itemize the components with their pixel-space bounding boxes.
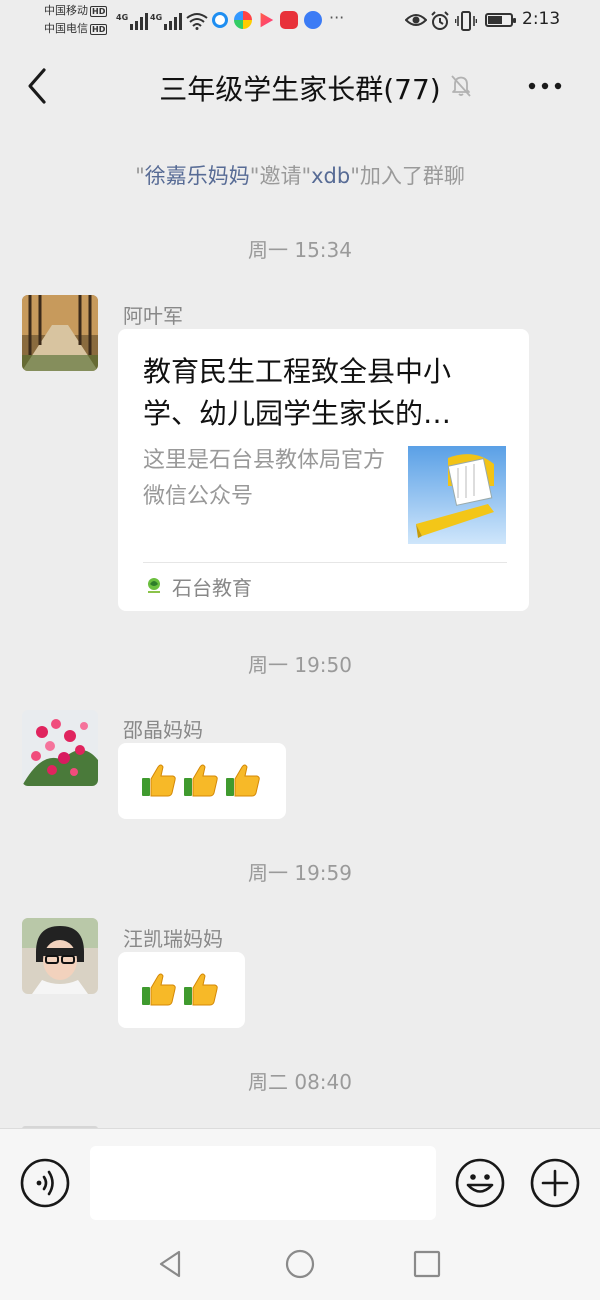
timestamp: 周一 19:59 [248, 861, 352, 885]
avatar[interactable] [22, 295, 98, 371]
bell-off-icon [451, 75, 471, 97]
thumbs-up-icon [184, 973, 218, 1006]
timestamp: 周一 19:50 [248, 653, 352, 677]
alarm-icon [431, 11, 449, 30]
join-suffix: 加入了群聊 [359, 164, 465, 188]
inviter-name[interactable]: 徐嘉乐妈妈 [145, 164, 250, 188]
avatar[interactable] [22, 710, 98, 786]
signal-2-net: 4G [150, 13, 162, 22]
wechat-group-chat-screen: 中国移动 HD 中国电信 HD 4G 4G ··· 2:13 三年级学生家长群(… [0, 0, 600, 1300]
status-time: 2:13 [522, 9, 561, 29]
emoji-row [140, 761, 262, 799]
mailbox-image [408, 446, 506, 544]
avatar-image [22, 295, 98, 371]
quote-open-2: " [301, 164, 312, 188]
eye-comfort-icon [405, 14, 427, 26]
plus-circle-icon [530, 1158, 580, 1208]
nav-back-button[interactable] [155, 1248, 187, 1280]
avatar-image [22, 918, 98, 994]
voice-icon [20, 1158, 70, 1208]
emoji-message[interactable] [118, 952, 245, 1028]
card-title: 教育民生工程致全县中小学、幼儿园学生家长的… [143, 355, 452, 430]
status-bar: 中国移动 HD 中国电信 HD 4G 4G ··· 2:13 [0, 0, 600, 42]
sender-name: 邵晶妈妈 [123, 718, 203, 742]
signal-1-icon: 4G [116, 13, 148, 30]
quote-open-1: " [135, 164, 145, 188]
chat-header: 三年级学生家长群(77) [0, 42, 600, 130]
page-title: 三年级学生家长群(77) [159, 73, 441, 106]
voice-input-button[interactable] [20, 1158, 70, 1208]
avatar[interactable] [22, 918, 98, 994]
more-notifications-indicator: ··· [329, 8, 345, 27]
signal-2-icon: 4G [150, 13, 182, 30]
sender-name: 汪凯瑞妈妈 [123, 927, 223, 951]
nav-home-button[interactable] [284, 1248, 316, 1280]
more-dots-icon [528, 82, 562, 90]
hd-badge-2: HD [90, 23, 108, 35]
quote-close-1: " [249, 164, 260, 188]
thumbs-up-icon [226, 764, 260, 797]
card-divider [143, 562, 507, 563]
title-container: 三年级学生家长群(77) [120, 68, 480, 108]
carrier-1: 中国移动 HD [44, 4, 108, 18]
thumbs-up-icon [142, 764, 176, 797]
nav-recents-button[interactable] [411, 1248, 443, 1280]
more-options-button[interactable] [520, 66, 570, 106]
system-navigation-bar [0, 1234, 600, 1300]
hd-badge-1: HD [90, 5, 108, 17]
square-recents-icon [413, 1250, 441, 1278]
emoji-message[interactable] [118, 743, 286, 819]
carrier-2-label: 中国电信 [44, 22, 88, 35]
signal-1-net: 4G [116, 13, 128, 22]
invite-verb: 邀请 [259, 164, 302, 188]
thumbs-up-icon [184, 764, 218, 797]
card-thumbnail [408, 446, 506, 544]
input-bar [0, 1128, 600, 1234]
system-notice: "徐嘉乐妈妈"邀请"xdb"加入了群聊 [0, 160, 600, 190]
emoji-row [140, 970, 220, 1008]
carrier-1-label: 中国移动 [44, 4, 88, 17]
app-notification-icon-4 [280, 11, 298, 29]
link-card-message[interactable]: 教育民生工程致全县中小学、幼儿园学生家长的… 这里是石台县教体局官方微信公众号 [118, 329, 529, 611]
wifi-icon [186, 13, 208, 30]
vibrate-icon [455, 11, 477, 31]
timestamp: 周一 15:34 [248, 238, 352, 262]
message-input[interactable] [90, 1146, 436, 1220]
quote-close-2: " [350, 164, 360, 188]
chevron-left-icon [28, 68, 46, 104]
official-account-logo-icon [148, 578, 160, 593]
back-button[interactable] [20, 64, 60, 108]
app-notification-icon-1 [212, 12, 228, 28]
app-notification-icon-2 [234, 11, 252, 29]
app-notification-icon-5 [304, 11, 322, 29]
app-notification-icon-3 [260, 12, 274, 28]
invitee-name[interactable]: xdb [311, 164, 350, 188]
sender-name: 阿叶军 [123, 304, 183, 328]
timestamp: 周二 08:40 [248, 1070, 352, 1094]
card-description: 这里是石台县教体局官方微信公众号 [143, 448, 386, 509]
battery-icon [485, 13, 516, 27]
emoji-button[interactable] [455, 1158, 505, 1208]
message-list[interactable]: "徐嘉乐妈妈"邀请"xdb"加入了群聊 周一 15:34 阿叶军 教育民生工程致… [0, 130, 600, 1128]
triangle-back-icon [159, 1250, 181, 1278]
battery-level [488, 16, 503, 24]
smiley-icon [455, 1158, 505, 1208]
carrier-2: 中国电信 HD [44, 22, 108, 36]
thumbs-up-icon [142, 973, 176, 1006]
avatar-image [22, 710, 98, 786]
card-source-name: 石台教育 [172, 576, 252, 600]
circle-home-icon [285, 1249, 315, 1279]
more-functions-button[interactable] [530, 1158, 580, 1208]
